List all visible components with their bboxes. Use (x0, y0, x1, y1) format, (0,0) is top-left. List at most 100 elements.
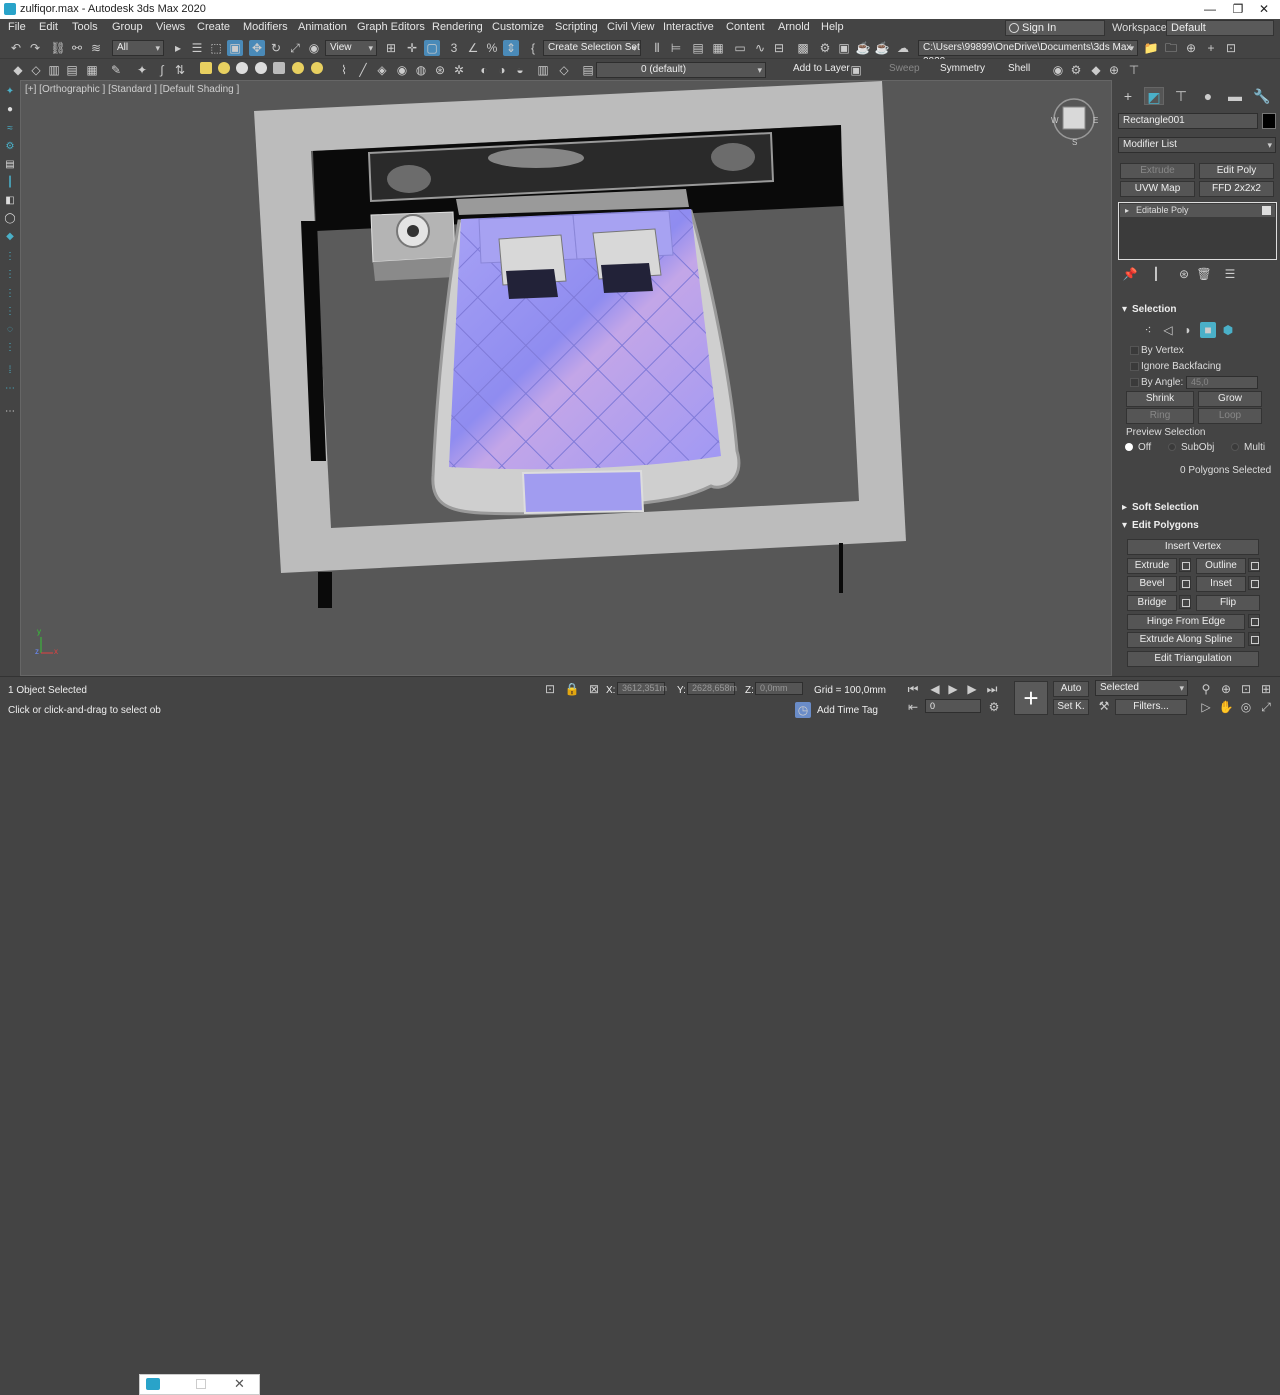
menu-file[interactable]: File (8, 21, 26, 33)
object-paint-icon[interactable]: ▤ (64, 62, 80, 78)
ring-tool-icon[interactable]: ⋮ (4, 342, 16, 354)
modify-tab-icon[interactable]: ◩ (1144, 87, 1164, 105)
border-mode-icon[interactable]: ◗ (1180, 322, 1196, 338)
curve-editor-icon[interactable]: ∿ (752, 40, 768, 56)
deform-tool-icon[interactable]: ⚙ (4, 141, 16, 153)
sign-in-dropdown[interactable]: Sign In (1005, 20, 1105, 36)
selection-rollout-header[interactable]: Selection (1118, 302, 1276, 318)
menu-animation[interactable]: Animation (298, 21, 347, 33)
filters-button[interactable]: Filters... (1115, 699, 1187, 715)
bucket-tool-icon[interactable]: ◧ (4, 195, 16, 207)
sun-icon[interactable] (311, 62, 323, 74)
line-icon[interactable]: ╱ (355, 62, 371, 78)
modifier-shortcut-4-icon[interactable]: ⊕ (1106, 62, 1122, 78)
selection-lock-icon[interactable]: 🔒 (564, 681, 580, 697)
field-of-view-icon[interactable]: ▷ (1198, 699, 1214, 715)
keyboard-shortcut-toggle-icon[interactable]: ▢ (424, 40, 440, 56)
window-crossing-icon[interactable]: ▣ (227, 40, 243, 56)
render-production-icon[interactable]: ☕ (855, 40, 871, 56)
toggle-ribbon-icon[interactable]: ▭ (732, 40, 748, 56)
inset-button[interactable]: Inset (1196, 576, 1246, 592)
goto-end-icon[interactable]: ⏭ (984, 681, 1000, 697)
extrude-quick-button[interactable]: Extrude (1120, 163, 1195, 179)
preview-multi-radio[interactable] (1231, 443, 1239, 451)
next-frame-icon[interactable]: ▶ (964, 681, 980, 697)
pin-tool-icon[interactable]: ┃ (4, 177, 16, 189)
select-move-icon[interactable]: ✥ (249, 40, 265, 56)
vertex-mode-icon[interactable]: ⁖ (1140, 322, 1156, 338)
flip-normals-icon[interactable]: ⇅ (172, 62, 188, 78)
edit-polygons-rollout-header[interactable]: Edit Polygons (1118, 518, 1276, 534)
mirror-icon[interactable]: ⫴ (649, 40, 665, 56)
modifier-shortcut-1-icon[interactable]: ◉ (1050, 62, 1066, 78)
motion-tab-icon[interactable]: ● (1198, 87, 1218, 105)
particles-icon[interactable]: ✲ (451, 62, 467, 78)
torus-primitive-icon[interactable] (255, 62, 267, 74)
shrink-button[interactable]: Shrink (1126, 391, 1194, 407)
time-config-icon[interactable]: ⚙ (986, 699, 1002, 715)
close-window-button[interactable]: ✕ (1254, 2, 1274, 17)
goto-start-icon[interactable]: ⏮ (905, 681, 921, 697)
selection-lock-icon[interactable]: ✎ (108, 62, 124, 78)
light-icon[interactable] (292, 62, 304, 74)
previous-frame-icon[interactable]: ◀ (927, 681, 943, 697)
menu-civil-view[interactable]: Civil View (607, 21, 654, 33)
add-time-tag-button[interactable]: Add Time Tag (817, 705, 878, 716)
by-angle-checkbox[interactable] (1130, 378, 1139, 387)
render-cloud-icon[interactable]: ☁ (895, 40, 911, 56)
zoom-all-icon[interactable]: ⊕ (1218, 681, 1234, 697)
bind-spacewarp-icon[interactable]: ≋ (88, 40, 104, 56)
sweep-button[interactable]: Sweep (889, 63, 920, 74)
menu-customize[interactable]: Customize (492, 21, 544, 33)
graphite-modeling-icon[interactable]: ◆ (10, 62, 26, 78)
zoom-icon[interactable]: ⚲ (1198, 681, 1214, 697)
helper-icon[interactable]: ◉ (394, 62, 410, 78)
layer-explorer-icon[interactable]: ▦ (710, 40, 726, 56)
viewcube[interactable] (1062, 106, 1086, 130)
sphere-primitive-icon[interactable] (218, 62, 230, 74)
placement-icon[interactable]: ◉ (306, 40, 322, 56)
dots-tool-icon[interactable]: ⁞ (4, 365, 16, 377)
spline-icon[interactable]: ⌇ (336, 62, 352, 78)
set-key-icon[interactable]: + (1014, 681, 1048, 715)
pivot-center-icon[interactable]: ⊞ (383, 40, 399, 56)
stack-item-editable-poly[interactable]: ▸ Editable Poly (1120, 204, 1275, 217)
select-manipulate-icon[interactable]: ✛ (404, 40, 420, 56)
edit-poly-quick-button[interactable]: Edit Poly (1199, 163, 1274, 179)
loop-button[interactable]: Loop (1198, 408, 1262, 424)
view-cube-toggle-icon[interactable]: ◐ (476, 62, 492, 78)
select-by-name-icon[interactable]: ☰ (189, 40, 205, 56)
curve-icon[interactable]: ∫ (154, 62, 170, 78)
maximize-viewport-icon[interactable]: ⤢ (1258, 699, 1274, 715)
cylinder-primitive-icon[interactable] (236, 62, 248, 74)
brush-tool-icon[interactable]: ◆ (4, 231, 16, 243)
menu-views[interactable]: Views (156, 21, 185, 33)
key-mode-icon[interactable]: ⇤ (905, 699, 921, 715)
bevel-settings-button[interactable] (1179, 576, 1191, 590)
spinner-snap-icon[interactable]: ⇕ (503, 40, 519, 56)
layer-list-icon[interactable]: ▤ (580, 62, 596, 78)
redo-icon[interactable]: ↷ (27, 40, 43, 56)
bench[interactable] (521, 469, 645, 515)
minimize-button[interactable]: — (1200, 2, 1220, 17)
align-tool-icon[interactable]: ⋮ (4, 288, 16, 300)
preview-subobj-radio[interactable] (1168, 443, 1176, 451)
preview-off-radio[interactable] (1125, 443, 1133, 451)
shape-icon[interactable]: ◈ (374, 62, 390, 78)
align-icon[interactable]: ⊨ (668, 40, 684, 56)
x-coordinate-field[interactable]: 3612,351m (617, 682, 667, 695)
time-tag-icon[interactable]: ◷ (795, 702, 811, 718)
select-tool-icon[interactable]: ● (4, 104, 16, 116)
menu-create[interactable]: Create (197, 21, 230, 33)
link-icon[interactable]: ⛓ (50, 40, 66, 56)
utilities-tab-icon[interactable]: 🔧 (1252, 87, 1272, 105)
extrude-button[interactable]: Extrude (1127, 558, 1177, 574)
menu-rendering[interactable]: Rendering (432, 21, 483, 33)
absolute-mode-icon[interactable]: ⊠ (586, 681, 602, 697)
hinge-from-edge-button[interactable]: Hinge From Edge (1127, 614, 1245, 630)
ffd-quick-button[interactable]: FFD 2x2x2 (1199, 181, 1274, 197)
selection-filter-select[interactable]: All (112, 40, 164, 56)
box-primitive-icon[interactable] (200, 62, 212, 74)
project-path-select[interactable]: C:\Users\99899\OneDrive\Documents\3ds Ma… (918, 40, 1138, 67)
project-folder-icon[interactable]: 📁 (1143, 40, 1159, 56)
